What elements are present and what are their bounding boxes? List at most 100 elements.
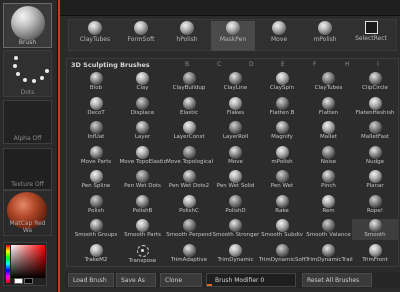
brush-label: Noise <box>320 158 337 165</box>
brush-pen-wet[interactable]: Pen Wet <box>259 170 305 191</box>
brush-polishc[interactable]: PolishC <box>166 194 212 216</box>
brush-rake[interactable]: Rake <box>259 194 305 216</box>
alphabet-filter-i[interactable]: I <box>377 61 379 68</box>
quick-brush-hpolish[interactable]: hPolish <box>165 21 209 51</box>
brush-decot[interactable]: DecoT <box>73 96 119 118</box>
brush-flakes[interactable]: Flakes <box>213 96 259 118</box>
brush-smooth[interactable]: Smooth <box>352 219 398 240</box>
brush-sphere-icon <box>229 170 242 183</box>
brush-move-topological[interactable]: Move Topological <box>166 145 213 167</box>
brush-displace[interactable]: Displace <box>120 96 166 118</box>
clone-button[interactable]: Clone <box>160 273 202 287</box>
brush-rem[interactable]: Rem <box>306 194 352 216</box>
brush-pinch[interactable]: Pinch <box>306 170 352 191</box>
brush-maiietfast[interactable]: MaIIetFast <box>352 121 398 142</box>
main-color-swatch[interactable] <box>14 278 23 284</box>
brush-flatenheshish[interactable]: FlatenHeshish <box>352 96 398 118</box>
quick-brush-move[interactable]: Move <box>257 21 301 51</box>
brush-smooth-subdiv[interactable]: Smooth Subdiv <box>259 219 305 240</box>
brush-mpolish[interactable]: mPolish <box>259 145 305 167</box>
brush-sphere-icon <box>182 219 196 232</box>
color-picker[interactable] <box>3 242 47 286</box>
hue-strip[interactable] <box>6 245 10 283</box>
brush-flatten[interactable]: Flatten <box>306 96 352 118</box>
brush-noise[interactable]: Noise <box>306 145 352 167</box>
texture-selector[interactable]: Texture Off <box>3 148 52 190</box>
brush-layerconst[interactable]: LayerConst <box>166 121 212 142</box>
brush-clayline[interactable]: ClayLine <box>213 72 259 93</box>
quick-brush-claytubes[interactable]: ClayTubes <box>73 21 117 51</box>
alphabet-filter-h[interactable]: H <box>345 61 350 68</box>
brush-trimdynamicsoft[interactable]: TrimDynamicSoft <box>259 243 306 265</box>
brush-sphere-icon <box>275 219 289 232</box>
quick-brush-selectrect[interactable]: SelectRect <box>349 21 393 51</box>
brush-clayspin[interactable]: ClaySpin <box>259 72 305 93</box>
brush-magnify[interactable]: Magnify <box>259 121 305 142</box>
brush-sphere-icon <box>229 121 242 134</box>
brush-smooth-valance[interactable]: Smooth Valance <box>306 219 352 240</box>
brush-smooth-perpend[interactable]: Smooth Perpend <box>166 219 212 240</box>
brush-sphere-icon <box>322 96 335 110</box>
brush-clay[interactable]: Clay <box>120 72 166 93</box>
brush-move-parts[interactable]: Move Parts <box>73 145 119 167</box>
brush-maiiet[interactable]: MaIIet <box>306 121 352 142</box>
quick-brush-label: Move <box>270 36 288 43</box>
alphabet-filter-e[interactable]: E <box>281 61 285 68</box>
brush-trakem2[interactable]: TrakeM2 <box>73 243 119 265</box>
brush-nudge[interactable]: Nudge <box>352 145 398 167</box>
brush-smooth-stronger[interactable]: Smooth Stronger <box>213 219 259 240</box>
brush-pen-wet-solid[interactable]: Pen Wet Solid <box>213 170 259 191</box>
brush-rope-[interactable]: Rope! <box>352 194 398 216</box>
brush-selector[interactable]: Brush <box>3 3 52 48</box>
brush-smooth-groups[interactable]: Smooth Groups <box>73 219 119 240</box>
reset-all-brushes-button[interactable]: Reset All Brushes <box>302 273 372 287</box>
stroke-selector[interactable]: Dots <box>3 50 52 97</box>
brush-sphere-icon <box>229 194 242 208</box>
brush-infuat[interactable]: InfUat <box>73 121 119 142</box>
brush-trimdynamictrail[interactable]: TrimDynamicTrail <box>306 243 353 265</box>
brush-blob[interactable]: Blob <box>73 72 119 93</box>
brush-smooth-parts[interactable]: Smooth Parts <box>120 219 166 240</box>
brush-transpose[interactable]: Transpose <box>120 244 166 265</box>
brush-layer[interactable]: Layer <box>120 121 166 142</box>
brush-move[interactable]: Move <box>213 145 259 167</box>
brush-pen-spline[interactable]: Pen Spline <box>73 170 119 191</box>
brush-trimdynamic[interactable]: TrimDynamic <box>213 243 259 265</box>
quick-brush-formsoft[interactable]: FormSoft <box>119 21 163 51</box>
brush-trimadaptive[interactable]: TrimAdaptive <box>166 243 212 265</box>
brush-label: Smooth Parts <box>124 232 161 238</box>
load-brush-button[interactable]: Load Brush <box>68 273 114 287</box>
brush-layerroll[interactable]: LayerRoll <box>213 121 259 142</box>
alphabet-filter-b[interactable]: B <box>185 61 189 68</box>
brush-sphere-icon <box>180 21 194 35</box>
brush-pen-wet-dots[interactable]: Pen Wet Dots <box>120 170 166 191</box>
alpha-selector[interactable]: Alpha Off <box>3 100 52 144</box>
brush-claytubes[interactable]: ClayTubes <box>306 72 352 93</box>
brush-modifier-slider[interactable]: Brush Modifier 0 <box>206 273 296 287</box>
brush-claybuildup[interactable]: ClayBuildup <box>166 72 212 93</box>
alphabet-filter-c[interactable]: C <box>217 61 221 68</box>
brush-trimfront[interactable]: TrimFront <box>352 243 398 265</box>
alphabet-filter-f[interactable]: F <box>313 61 316 68</box>
brush-polishb[interactable]: PolishB <box>120 194 166 216</box>
brush-pen-wet-dots2[interactable]: Pen Wet Dots2 <box>166 170 212 191</box>
quick-brush-label: FormSoft <box>127 36 155 43</box>
brush-polish[interactable]: Polish <box>73 194 119 216</box>
brush-planar[interactable]: Planar <box>352 170 398 191</box>
brush-label: Flatten <box>318 109 339 116</box>
stroke-dot-icon <box>14 56 18 60</box>
quick-brush-maskpen[interactable]: MaskPen <box>211 21 255 51</box>
brush-flatten-b[interactable]: Flatten B <box>259 96 305 118</box>
brush-sphere-icon <box>229 96 242 110</box>
quick-brush-mpolish[interactable]: mPolish <box>303 21 347 51</box>
brush-elastic[interactable]: Elastic <box>166 96 212 118</box>
secondary-color-swatch[interactable] <box>24 278 33 284</box>
brush-move-topoelastic[interactable]: Move TopoElastic <box>120 145 167 167</box>
color-square[interactable] <box>11 245 45 278</box>
alphabet-filter-d[interactable]: D <box>249 61 254 68</box>
popup-top-bar <box>60 0 400 16</box>
save-as-button[interactable]: Save As <box>116 273 156 287</box>
brush-clipcircle[interactable]: ClipCircle <box>352 72 398 93</box>
brush-polishd[interactable]: PolishD <box>213 194 259 216</box>
material-selector[interactable]: MatCap Red Wa <box>3 190 52 236</box>
